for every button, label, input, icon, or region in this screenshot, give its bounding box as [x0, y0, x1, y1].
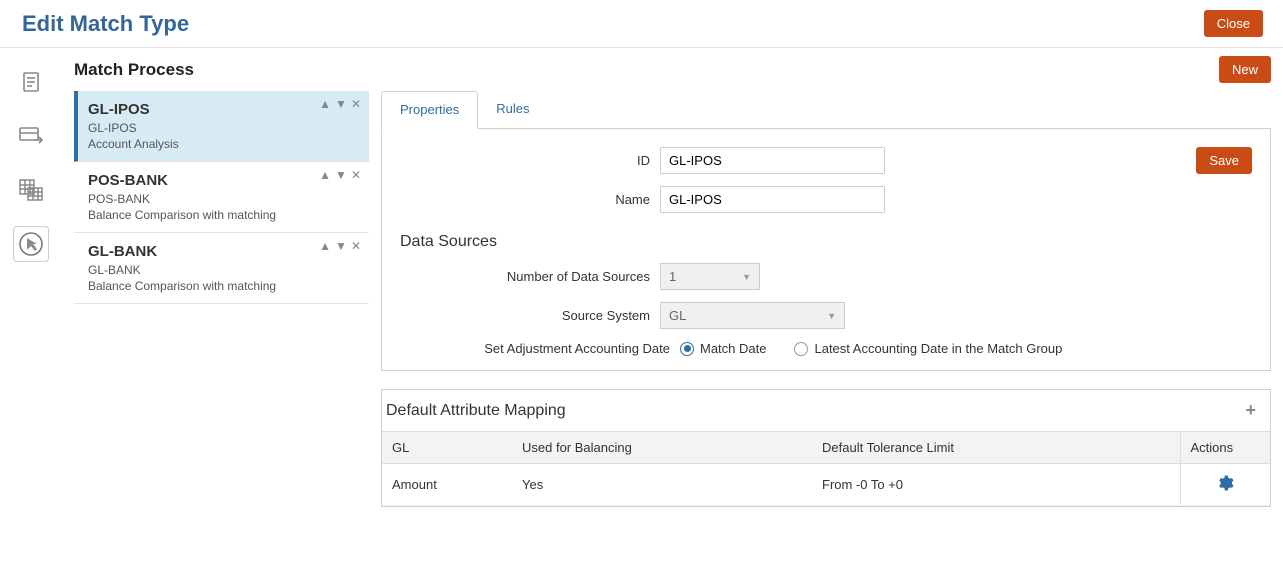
- process-item-title: GL-IPOS: [88, 101, 357, 118]
- col-tolerance: Default Tolerance Limit: [812, 432, 1180, 464]
- source-system-value: GL: [669, 308, 686, 323]
- num-ds-value: 1: [669, 269, 676, 284]
- id-label: ID: [400, 153, 650, 168]
- id-field[interactable]: [660, 147, 885, 174]
- delete-icon[interactable]: ✕: [351, 97, 361, 111]
- num-ds-label: Number of Data Sources: [400, 269, 650, 284]
- radio-match-date[interactable]: Match Date: [680, 341, 766, 356]
- name-label: Name: [400, 192, 650, 207]
- close-button[interactable]: Close: [1204, 10, 1263, 37]
- process-item-sub: GL-IPOS: [88, 121, 357, 135]
- col-balancing: Used for Balancing: [512, 432, 812, 464]
- process-item-title: GL-BANK: [88, 243, 357, 260]
- data-sources-title: Data Sources: [400, 233, 1252, 251]
- process-item-title: POS-BANK: [88, 172, 357, 189]
- source-system-select[interactable]: GL ▼: [660, 302, 845, 329]
- radio-latest-date[interactable]: Latest Accounting Date in the Match Grou…: [794, 341, 1062, 356]
- adj-date-label: Set Adjustment Accounting Date: [420, 341, 670, 356]
- move-up-icon[interactable]: ▲: [319, 168, 331, 182]
- process-item-detail: Account Analysis: [88, 137, 357, 151]
- page-title: Edit Match Type: [22, 11, 189, 37]
- col-gl: GL: [382, 432, 512, 464]
- document-icon[interactable]: [13, 64, 49, 100]
- tab-rules[interactable]: Rules: [478, 91, 547, 128]
- chevron-down-icon: ▼: [827, 311, 836, 321]
- name-field[interactable]: [660, 186, 885, 213]
- tab-properties[interactable]: Properties: [381, 91, 478, 129]
- cell-balancing: Yes: [512, 464, 812, 506]
- save-button[interactable]: Save: [1196, 147, 1252, 174]
- process-list: ▲ ▼ ✕ GL-IPOS GL-IPOS Account Analysis ▲…: [74, 91, 369, 507]
- radio-label: Match Date: [700, 341, 766, 356]
- tab-bar: Properties Rules: [381, 91, 1271, 129]
- move-down-icon[interactable]: ▼: [335, 97, 347, 111]
- process-item-gl-ipos[interactable]: ▲ ▼ ✕ GL-IPOS GL-IPOS Account Analysis: [74, 91, 369, 162]
- move-down-icon[interactable]: ▼: [335, 239, 347, 253]
- move-down-icon[interactable]: ▼: [335, 168, 347, 182]
- radio-icon: [680, 342, 694, 356]
- chevron-down-icon: ▼: [742, 272, 751, 282]
- left-icon-sidebar: [0, 48, 62, 519]
- cell-gl: Amount: [382, 464, 512, 506]
- move-up-icon[interactable]: ▲: [319, 239, 331, 253]
- radio-icon: [794, 342, 808, 356]
- add-mapping-icon[interactable]: +: [1245, 400, 1256, 421]
- mapping-title: Default Attribute Mapping: [386, 402, 566, 420]
- grid-icon[interactable]: [13, 172, 49, 208]
- delete-icon[interactable]: ✕: [351, 168, 361, 182]
- process-item-gl-bank[interactable]: ▲ ▼ ✕ GL-BANK GL-BANK Balance Comparison…: [74, 233, 369, 304]
- radio-label: Latest Accounting Date in the Match Grou…: [814, 341, 1062, 356]
- col-actions: Actions: [1180, 432, 1270, 464]
- process-item-detail: Balance Comparison with matching: [88, 208, 357, 222]
- move-up-icon[interactable]: ▲: [319, 97, 331, 111]
- source-system-label: Source System: [400, 308, 650, 323]
- delete-icon[interactable]: ✕: [351, 239, 361, 253]
- table-row: Amount Yes From -0 To +0: [382, 464, 1270, 506]
- gear-icon[interactable]: [1191, 474, 1261, 492]
- process-item-sub: GL-BANK: [88, 263, 357, 277]
- cursor-icon[interactable]: [13, 226, 49, 262]
- process-item-sub: POS-BANK: [88, 192, 357, 206]
- transfer-icon[interactable]: [13, 118, 49, 154]
- match-process-title: Match Process: [74, 60, 194, 80]
- process-item-detail: Balance Comparison with matching: [88, 279, 357, 293]
- cell-tolerance: From -0 To +0: [812, 464, 1180, 506]
- num-ds-select[interactable]: 1 ▼: [660, 263, 760, 290]
- mapping-table: GL Used for Balancing Default Tolerance …: [382, 431, 1270, 506]
- new-button[interactable]: New: [1219, 56, 1271, 83]
- default-attribute-mapping: Default Attribute Mapping + GL Used for …: [381, 389, 1271, 507]
- page-header: Edit Match Type Close: [0, 0, 1283, 48]
- process-item-pos-bank[interactable]: ▲ ▼ ✕ POS-BANK POS-BANK Balance Comparis…: [74, 162, 369, 233]
